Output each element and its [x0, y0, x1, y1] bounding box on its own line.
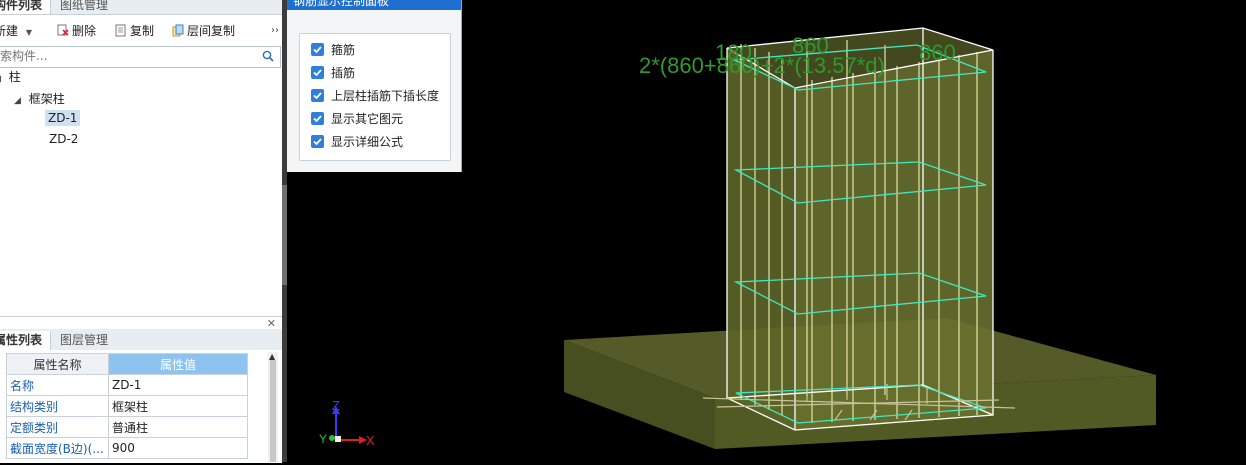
component-panel: 构件列表 图纸管理 新建 ▼ 删除 复制 层间复制 ›› ◢ 柱 ◢ 框架柱 Z…	[0, 0, 282, 463]
delete-button[interactable]: 删除	[57, 21, 96, 41]
option-show-other-elements[interactable]: 显示其它图元	[311, 110, 403, 128]
checkbox-checked-icon[interactable]	[311, 112, 324, 125]
component-search	[0, 46, 281, 68]
prop-value[interactable]: 普通柱	[108, 416, 248, 438]
tree-root[interactable]: ◢ 柱	[0, 68, 21, 85]
tree-item-zd-2[interactable]: ZD-2	[49, 132, 78, 146]
search-input[interactable]	[0, 47, 238, 65]
option-label: 箍筋	[331, 43, 356, 57]
table-row[interactable]: 定额类别 普通柱	[6, 416, 248, 438]
property-panel: ✕ 属性列表 图层管理 属性名称 属性值 名称 ZD-1 结构类别 框架柱 定额…	[0, 316, 282, 463]
header-property-name: 属性名称	[6, 353, 109, 375]
control-panel-titlebar[interactable]: 钢筋显示控制面板	[287, 0, 461, 10]
prop-value[interactable]: 900	[108, 437, 248, 459]
checkbox-checked-icon[interactable]	[311, 43, 324, 56]
column-left[interactable]	[727, 48, 795, 430]
floor-copy-button[interactable]: 层间复制	[172, 21, 235, 41]
z-axis-label: Z	[332, 398, 340, 413]
tree-root-label: 柱	[8, 70, 21, 84]
tab-drawing-management[interactable]: 图纸管理	[52, 0, 116, 14]
option-label: 显示详细公式	[331, 135, 404, 149]
more-icon[interactable]: ››	[271, 21, 279, 41]
scroll-thumb[interactable]	[270, 360, 276, 462]
x-axis-label: X	[366, 433, 375, 448]
option-label: 插筋	[331, 66, 356, 80]
search-icon[interactable]	[262, 50, 274, 62]
collapse-icon[interactable]: ◢	[14, 96, 21, 106]
copy-button[interactable]: 复制	[115, 21, 154, 41]
tab-component-list[interactable]: 构件列表	[0, 0, 52, 14]
delete-icon	[57, 24, 69, 36]
prop-name: 定额类别	[6, 416, 109, 438]
option-label: 显示其它图元	[331, 112, 404, 126]
checkbox-checked-icon[interactable]	[311, 89, 324, 102]
property-scrollbar[interactable]: ▲	[268, 352, 278, 462]
header-property-value: 属性值	[108, 353, 248, 375]
table-header-row: 属性名称 属性值	[6, 353, 248, 375]
display-options-group: 箍筋 插筋 上层柱插筋下插长度 显示其它图元 显示详细公式	[299, 33, 451, 161]
axis-gizmo: Z X Y	[319, 398, 375, 448]
tree-group-label: 框架柱	[28, 92, 65, 106]
tree-group-frame-column[interactable]: ◢ 框架柱	[14, 90, 65, 107]
property-table: 属性名称 属性值 名称 ZD-1 结构类别 框架柱 定额类别 普通柱 截面宽度(…	[6, 353, 248, 459]
option-dowel[interactable]: 插筋	[311, 64, 355, 82]
table-row[interactable]: 截面宽度(B边)(... 900	[6, 437, 248, 459]
component-toolbar: 新建 ▼ 删除 复制 层间复制 ››	[0, 18, 282, 44]
table-row[interactable]: 名称 ZD-1	[6, 374, 248, 396]
property-panel-tabs: 属性列表 图层管理	[0, 329, 282, 350]
floor-copy-icon	[172, 24, 184, 37]
tab-layer-management[interactable]: 图层管理	[52, 331, 116, 350]
y-axis-label: Y	[319, 432, 327, 446]
option-label: 上层柱插筋下插长度	[331, 89, 440, 103]
delete-label: 删除	[72, 24, 97, 38]
prop-name: 结构类别	[6, 395, 109, 417]
checkbox-checked-icon[interactable]	[311, 66, 324, 79]
formula-label[interactable]: 2*(860+860)+2*(13.57*d)	[639, 53, 885, 78]
copy-icon	[115, 24, 126, 37]
column-front[interactable]	[795, 50, 993, 430]
control-panel-title: 钢筋显示控制面板	[293, 0, 390, 8]
tree-item-zd-1[interactable]: ZD-1	[45, 110, 81, 126]
new-button[interactable]: 新建 ▼	[0, 21, 32, 41]
table-row[interactable]: 结构类别 框架柱	[6, 395, 248, 417]
chevron-down-icon[interactable]: ▼	[26, 28, 32, 37]
dim-label-860-right[interactable]: 860	[919, 40, 956, 65]
new-label: 新建	[0, 24, 19, 38]
checkbox-checked-icon[interactable]	[311, 135, 324, 148]
prop-value[interactable]: 框架柱	[108, 395, 248, 417]
option-stirrup[interactable]: 箍筋	[311, 41, 355, 59]
prop-value[interactable]: ZD-1	[108, 374, 248, 396]
option-upper-dowel-length[interactable]: 上层柱插筋下插长度	[311, 87, 439, 105]
rebar-display-control-panel: 钢筋显示控制面板 箍筋 插筋 上层柱插筋下插长度 显示其它图元 显示详细公式	[287, 0, 462, 172]
component-panel-tabs: 构件列表 图纸管理	[0, 0, 282, 15]
tab-property-list[interactable]: 属性列表	[0, 331, 52, 350]
option-show-detailed-formula[interactable]: 显示详细公式	[311, 133, 403, 151]
copy-label: 复制	[130, 24, 155, 38]
collapse-icon[interactable]: ◢	[0, 74, 1, 84]
prop-name: 名称	[6, 374, 109, 396]
prop-name: 截面宽度(B边)(...	[6, 437, 109, 459]
floor-copy-label: 层间复制	[187, 24, 236, 38]
